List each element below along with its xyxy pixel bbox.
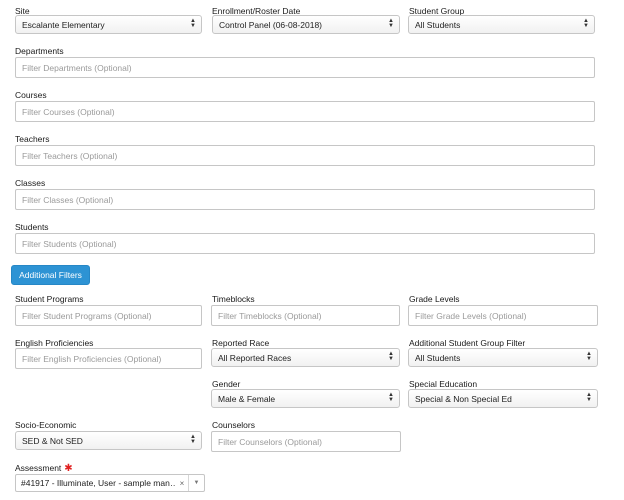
departments-label: Departments — [15, 46, 64, 56]
site-value: Escalante Elementary — [22, 19, 105, 30]
courses-input[interactable]: Filter Courses (Optional) — [15, 101, 595, 122]
enrollment-value: Control Panel (06-08-2018) — [219, 19, 323, 30]
select-arrows-icon: ▲ ▼ — [388, 392, 394, 403]
students-input[interactable]: Filter Students (Optional) — [15, 233, 595, 254]
assessment-label: Assessment ✱ — [15, 463, 73, 474]
select-arrows-icon: ▲ ▼ — [586, 351, 592, 362]
reported-race-select[interactable]: All Reported Races ▲ ▼ — [211, 348, 400, 367]
english-proficiencies-input[interactable]: Filter English Proficiencies (Optional) — [15, 348, 202, 369]
student-group-select[interactable]: All Students ▲ ▼ — [408, 15, 595, 34]
reported-race-label: Reported Race — [212, 338, 270, 348]
grade-levels-input[interactable]: Filter Grade Levels (Optional) — [408, 305, 598, 326]
teachers-input[interactable]: Filter Teachers (Optional) — [15, 145, 595, 166]
assessment-value: #41917 - Illuminate, User - sample man… — [21, 478, 176, 488]
clear-icon[interactable]: × — [176, 479, 188, 488]
counselors-input[interactable]: Filter Counselors (Optional) — [211, 431, 401, 452]
site-select[interactable]: Escalante Elementary ▲ ▼ — [15, 15, 202, 34]
grade-levels-label: Grade Levels — [409, 294, 460, 304]
gender-label: Gender — [212, 379, 241, 389]
special-education-label: Special Education — [409, 379, 478, 389]
select-arrows-icon: ▲ ▼ — [586, 392, 592, 403]
reported-race-value: All Reported Races — [218, 352, 292, 363]
gender-select[interactable]: Male & Female ▲ ▼ — [211, 389, 400, 408]
classes-label: Classes — [15, 178, 46, 188]
counselors-label: Counselors — [212, 420, 255, 430]
dropdown-arrow-icon[interactable]: ▼ — [188, 475, 204, 491]
student-programs-input[interactable]: Filter Student Programs (Optional) — [15, 305, 202, 326]
english-proficiencies-label: English Proficiencies — [15, 338, 94, 348]
classes-input[interactable]: Filter Classes (Optional) — [15, 189, 595, 210]
assessment-select[interactable]: #41917 - Illuminate, User - sample man… … — [15, 474, 205, 492]
students-label: Students — [15, 222, 49, 232]
select-arrows-icon: ▲ ▼ — [388, 18, 394, 29]
select-arrows-icon: ▲ ▼ — [388, 351, 394, 362]
student-programs-label: Student Programs — [15, 294, 84, 304]
assessment-label-text: Assessment — [15, 463, 62, 473]
socio-economic-label: Socio-Economic — [15, 420, 77, 430]
additional-student-group-label: Additional Student Group Filter — [409, 338, 526, 348]
special-education-select[interactable]: Special & Non Special Ed ▲ ▼ — [408, 389, 598, 408]
timeblocks-input[interactable]: Filter Timeblocks (Optional) — [211, 305, 400, 326]
gender-value: Male & Female — [218, 393, 276, 404]
required-asterisk-icon: ✱ — [64, 463, 73, 474]
additional-filters-button[interactable]: Additional Filters — [11, 265, 90, 285]
timeblocks-label: Timeblocks — [212, 294, 255, 304]
enrollment-select[interactable]: Control Panel (06-08-2018) ▲ ▼ — [212, 15, 400, 34]
select-arrows-icon: ▲ ▼ — [190, 434, 196, 445]
student-group-value: All Students — [415, 19, 461, 30]
socio-economic-select[interactable]: SED & Not SED ▲ ▼ — [15, 431, 202, 450]
courses-label: Courses — [15, 90, 47, 100]
select-arrows-icon: ▲ ▼ — [190, 18, 196, 29]
additional-student-group-value: All Students — [415, 352, 461, 363]
departments-input[interactable]: Filter Departments (Optional) — [15, 57, 595, 78]
special-education-value: Special & Non Special Ed — [415, 393, 512, 404]
additional-student-group-select[interactable]: All Students ▲ ▼ — [408, 348, 598, 367]
select-arrows-icon: ▲ ▼ — [583, 18, 589, 29]
socio-economic-value: SED & Not SED — [22, 435, 83, 446]
teachers-label: Teachers — [15, 134, 50, 144]
